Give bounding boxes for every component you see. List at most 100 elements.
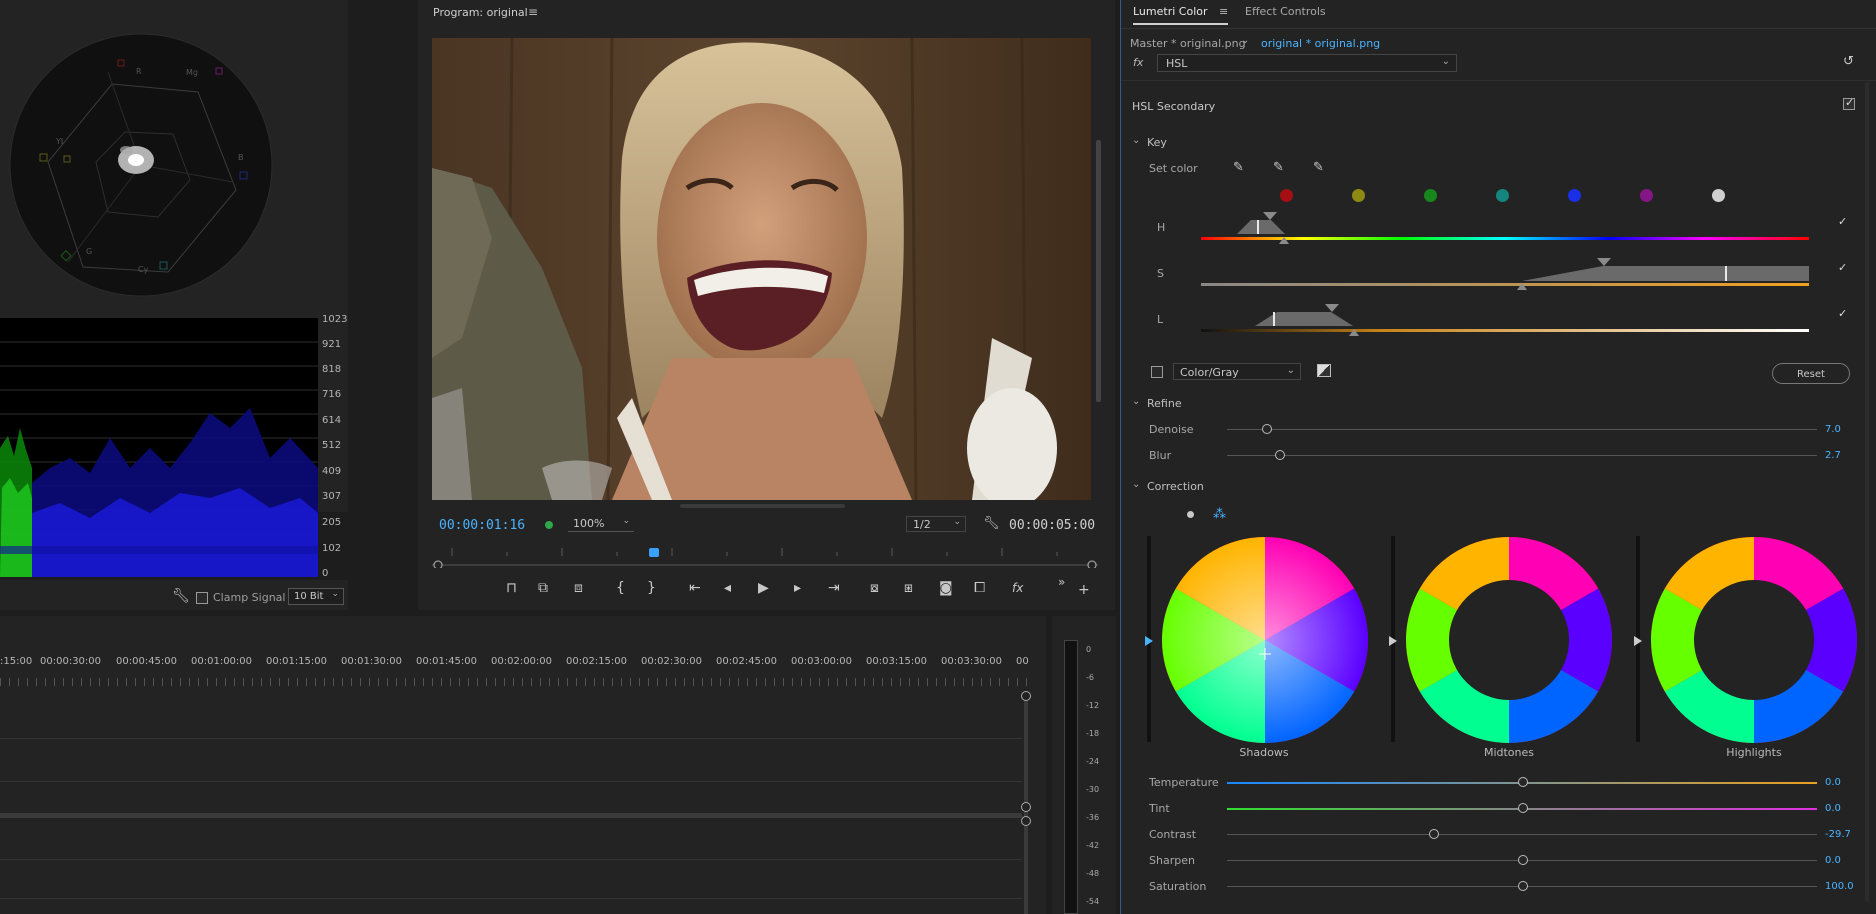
blur-value[interactable]: 2.7 — [1825, 450, 1841, 461]
hsl-secondary-title[interactable]: HSL Secondary — [1132, 100, 1215, 113]
clamp-signal-label: Clamp Signal — [213, 591, 286, 604]
temperature-slider-thumb[interactable] — [1518, 777, 1528, 787]
scroll-handle[interactable] — [1021, 691, 1031, 701]
fx-label[interactable]: fx — [1133, 56, 1143, 69]
program-menu-icon[interactable]: ≡ — [528, 5, 538, 19]
eyedropper-icon[interactable]: ✎ — [1233, 161, 1244, 175]
program-scrollbar[interactable] — [1096, 140, 1101, 402]
mark-in-icon[interactable]: { — [616, 581, 625, 595]
saturation-range-slider[interactable] — [1201, 254, 1876, 290]
color-gray-checkbox[interactable] — [1151, 366, 1163, 378]
refine-section-title[interactable]: Refine — [1147, 397, 1182, 410]
single-wheel-mode-icon[interactable] — [1187, 511, 1194, 518]
camera-icon[interactable]: ◙ — [939, 581, 953, 595]
section-dropdown[interactable]: HSL ⌄ — [1157, 54, 1457, 72]
blur-slider[interactable] — [1227, 455, 1817, 456]
program-hscroll[interactable] — [680, 504, 845, 508]
highlights-level-thumb[interactable] — [1634, 636, 1642, 646]
master-clip-label[interactable]: Master * original.png — [1130, 37, 1246, 50]
clamp-signal-checkbox[interactable] — [196, 592, 208, 604]
step-forward-icon[interactable]: ▸ — [794, 581, 801, 595]
key-chevron-icon[interactable]: ⌄ — [1132, 135, 1140, 146]
shadows-color-wheel[interactable] — [1161, 536, 1369, 744]
marker-icon[interactable]: ⊓ — [506, 581, 517, 595]
lumetri-scrollbar[interactable] — [1865, 82, 1869, 902]
contrast-value[interactable]: -29.7 — [1825, 829, 1851, 840]
step-back-icon[interactable]: ◂ — [724, 581, 731, 595]
fx-icon[interactable]: fx — [1012, 581, 1023, 595]
settings-wrench-icon[interactable]: 🔧︎ — [983, 517, 1000, 531]
insert-icon[interactable]: ⧇ — [870, 581, 879, 595]
go-to-in-icon[interactable]: ⇤ — [689, 581, 701, 595]
denoise-slider[interactable] — [1227, 429, 1817, 430]
lift-icon[interactable]: ⧈ — [574, 581, 583, 595]
blur-slider-thumb[interactable] — [1275, 450, 1285, 460]
color-swatch[interactable] — [1496, 189, 1509, 202]
correction-section-title[interactable]: Correction — [1147, 480, 1204, 493]
more-icon[interactable]: » — [1058, 575, 1065, 589]
eyedropper-subtract-icon[interactable]: ✎ — [1313, 161, 1324, 175]
color-swatch[interactable] — [1640, 189, 1653, 202]
correction-chevron-icon[interactable]: ⌄ — [1132, 479, 1140, 490]
overwrite-icon[interactable]: ⧆ — [904, 581, 913, 595]
color-swatch[interactable] — [1280, 189, 1293, 202]
denoise-value[interactable]: 7.0 — [1825, 424, 1841, 435]
luminance-enable-checkbox[interactable] — [1837, 307, 1849, 322]
sharpen-slider-thumb[interactable] — [1518, 855, 1528, 865]
sharpen-value[interactable]: 0.0 — [1825, 855, 1841, 866]
hue-enable-checkbox[interactable] — [1837, 215, 1849, 230]
denoise-slider-thumb[interactable] — [1262, 424, 1272, 434]
refine-chevron-icon[interactable]: ⌄ — [1132, 396, 1140, 407]
bit-depth-select[interactable]: 10 Bit ⌄ — [288, 588, 344, 605]
eyedropper-add-icon[interactable]: ✎ — [1273, 161, 1284, 175]
chevron-down-icon[interactable]: ⌄ — [1241, 35, 1249, 46]
color-gray-dropdown[interactable]: Color/Gray ⌄ — [1173, 363, 1301, 380]
tab-effect-controls[interactable]: Effect Controls — [1245, 5, 1326, 18]
temperature-value[interactable]: 0.0 — [1825, 777, 1841, 788]
saturation-slider-thumb[interactable] — [1518, 881, 1528, 891]
key-section-title[interactable]: Key — [1147, 136, 1167, 149]
saturation-value[interactable]: 100.0 — [1825, 881, 1854, 892]
saturation-enable-checkbox[interactable] — [1837, 261, 1849, 276]
color-swatch[interactable] — [1568, 189, 1581, 202]
tab-menu-icon[interactable]: ≡ — [1219, 5, 1228, 18]
chevron-down-icon: ⌄ — [622, 516, 630, 526]
vector-label-b: B — [238, 153, 244, 162]
go-to-out-icon[interactable]: ⇥ — [828, 581, 840, 595]
resolution-select[interactable]: 1/2 ⌄ — [906, 516, 966, 532]
shadows-level-thumb[interactable] — [1145, 636, 1153, 646]
program-timecode[interactable]: 00:00:01:16 — [439, 518, 525, 533]
color-swatch[interactable] — [1352, 189, 1365, 202]
color-swatch[interactable] — [1712, 189, 1725, 202]
reset-effect-icon[interactable]: ↺ — [1843, 54, 1854, 69]
hsl-secondary-enable-checkbox[interactable] — [1843, 96, 1855, 110]
contrast-slider-thumb[interactable] — [1429, 829, 1439, 839]
scroll-handle[interactable] — [1021, 802, 1031, 812]
scroll-handle[interactable] — [1021, 816, 1031, 826]
reset-button[interactable]: Reset — [1772, 363, 1850, 384]
luminance-range-slider[interactable] — [1201, 300, 1876, 336]
play-icon[interactable]: ▶ — [758, 581, 769, 595]
wrench-icon[interactable]: 🔧︎ — [172, 589, 190, 603]
midtones-color-wheel[interactable] — [1405, 536, 1613, 744]
color-swatch[interactable] — [1424, 189, 1437, 202]
contrast-slider[interactable] — [1227, 834, 1817, 835]
invert-mask-icon[interactable] — [1317, 364, 1331, 377]
video-audio-divider[interactable] — [0, 813, 1022, 818]
hue-range-slider[interactable] — [1201, 208, 1876, 244]
active-clip-label[interactable]: original * original.png — [1261, 37, 1380, 50]
playhead[interactable] — [648, 548, 659, 557]
comparison-view-icon[interactable]: ⧠ — [974, 581, 985, 595]
vectorscope: R Mg B Cy G YI — [9, 33, 273, 297]
tint-slider-thumb[interactable] — [1518, 803, 1528, 813]
program-ruler[interactable] — [432, 544, 1098, 568]
highlights-color-wheel[interactable] — [1650, 536, 1858, 744]
tint-value[interactable]: 0.0 — [1825, 803, 1841, 814]
midtones-level-thumb[interactable] — [1389, 636, 1397, 646]
zoom-select[interactable]: 100% ⌄ — [568, 516, 634, 532]
mark-out-icon[interactable]: } — [647, 581, 656, 595]
tab-lumetri-color[interactable]: Lumetri Color ≡ — [1133, 5, 1229, 25]
add-button-icon[interactable]: + — [1078, 583, 1090, 597]
mark-in-out-icon[interactable]: ⧉ — [538, 581, 548, 595]
three-wheel-mode-icon[interactable]: ⁂ — [1213, 507, 1226, 522]
